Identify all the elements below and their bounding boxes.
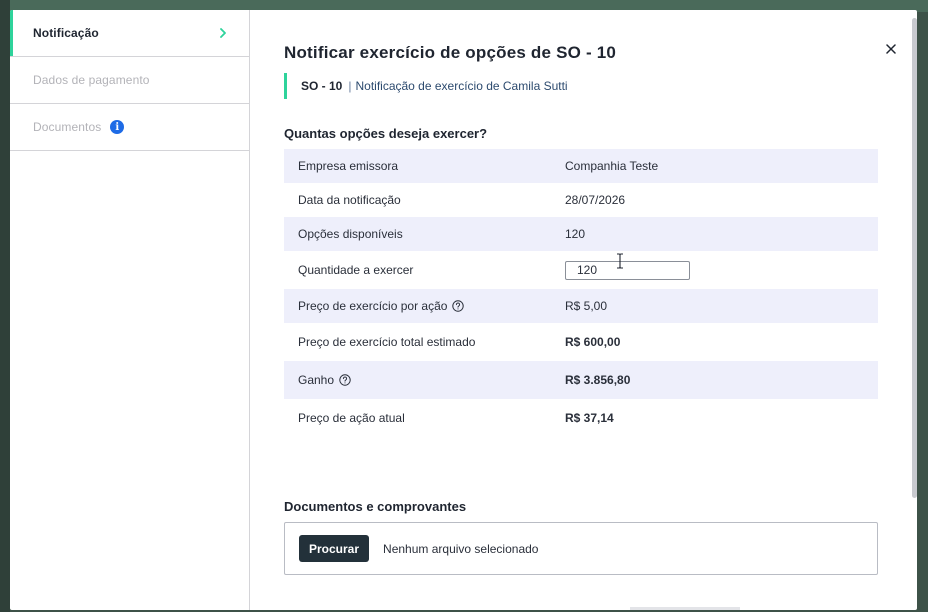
row-value: Companhia Teste [565,159,659,173]
plan-code: SO - 10 [301,79,343,93]
close-button[interactable] [884,42,898,56]
exercise-section-title: Quantas opções deseja exercer? [284,126,488,141]
modal-sidebar: Notificação Dados de pagamento Documento… [10,10,250,610]
file-status-text: Nenhum arquivo selecionado [383,541,539,556]
table-row: Preço de ação atual R$ 37,14 [284,399,878,437]
row-label: Data da notificação [298,193,401,207]
sidebar-item-notificacao[interactable]: Notificação [10,10,249,57]
table-row: Ganho R$ 3.856,80 [284,361,878,399]
row-label-with-help: Preço de exercício por ação [298,299,565,313]
sidebar-item-documentos[interactable]: Documentos i [10,104,249,151]
row-value: 28/07/2026 [565,193,626,207]
table-row: Empresa emissora Companhia Teste [284,149,878,183]
help-circle-icon[interactable] [339,374,351,386]
help-circle-icon[interactable] [452,300,465,312]
browse-file-button[interactable]: Procurar [299,535,370,562]
text-cursor-icon [617,253,623,269]
documents-section-title: Documentos e comprovantes [284,499,467,514]
subtitle-separator: | [348,79,352,93]
table-row: Data da notificação 28/07/2026 [284,183,878,217]
row-value: 120 [565,227,586,241]
table-row: Preço de exercício por ação R$ 5,00 [284,289,878,323]
subtitle-description: Notificação de exercício de Camila Sutti [355,79,568,93]
info-icon: i [110,120,125,134]
cropped-content-hint [630,607,740,610]
page-title: Notificar exercício de opções de SO - 10 [284,43,617,62]
file-upload-box: Procurar Nenhum arquivo selecionado [284,522,878,575]
quantity-input[interactable] [565,260,690,280]
backdrop-left [0,0,10,612]
row-label: Ganho [298,373,335,387]
sidebar-item-label: Dados de pagamento [33,73,150,87]
row-label: Preço de exercício total estimado [298,335,476,349]
subtitle-bar: SO - 10 | Notificação de exercício de Ca… [284,73,878,99]
sidebar-item-label: Notificação [33,26,99,40]
exercise-details-table: Empresa emissora Companhia Teste Data da… [284,149,878,437]
row-label-with-help: Ganho [298,373,565,387]
row-value: R$ 3.856,80 [565,373,631,387]
quantity-field-wrapper [565,260,690,280]
modal-content: Notificar exercício de opções de SO - 10… [250,10,917,610]
row-value: R$ 5,00 [565,299,608,313]
row-label: Opções disponíveis [298,227,403,241]
row-value: R$ 37,14 [565,411,614,425]
scrollbar[interactable] [912,18,917,498]
sidebar-item-dados-de-pagamento[interactable]: Dados de pagamento [10,57,249,104]
row-label: Preço de exercício por ação [298,299,448,313]
row-label: Preço de ação atual [298,411,405,425]
notification-modal: Notificação Dados de pagamento Documento… [10,10,917,610]
close-icon [886,44,896,54]
sidebar-item-label: Documentos [33,120,102,134]
row-label: Empresa emissora [298,159,399,173]
row-label: Quantidade a exercer [298,263,414,277]
chevron-right-icon [219,28,227,38]
row-value: R$ 600,00 [565,335,621,349]
table-row: Quantidade a exercer [284,251,878,289]
table-row: Preço de exercício total estimado R$ 600… [284,323,878,361]
table-row: Opções disponíveis 120 [284,217,878,251]
